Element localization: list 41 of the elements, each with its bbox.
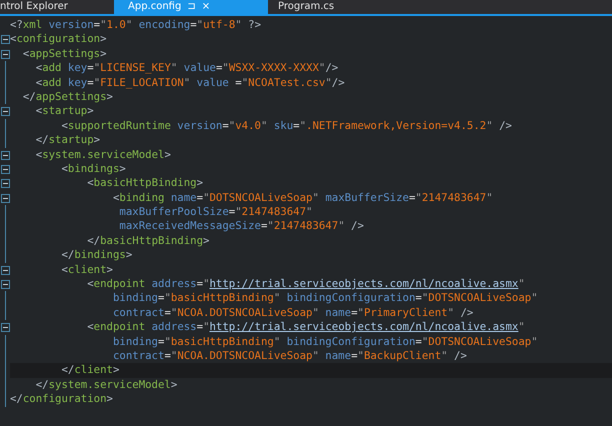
- collapse-icon[interactable]: [1, 50, 10, 59]
- file-tab[interactable]: Program.cs: [268, 0, 344, 14]
- code-line: maxBufferPoolSize="2147483647": [118, 205, 314, 220]
- code-line: maxReceivedMessageSize="2147483647" />: [118, 219, 365, 234]
- code-line: <add key="LICENSE_KEY" value="WSXX-XXXX-XXXX"/>: [34, 61, 340, 76]
- code-line: <?xml version="1.0" encoding="utf-8" ?>: [10, 18, 262, 32]
- collapse-icon[interactable]: [1, 323, 10, 332]
- code-line: <appSettings>: [22, 46, 108, 62]
- collapse-icon[interactable]: [1, 35, 10, 44]
- code-line: <endpoint address="http://trial.serviceobjects.com/nl/ncoalive.asmx": [86, 277, 526, 292]
- code-line: <configuration>: [10, 32, 108, 47]
- close-icon[interactable]: ×: [202, 0, 210, 14]
- code-line: </basicHttpBinding>: [86, 234, 210, 248]
- code-line: <endpoint address="http://trial.serviceobjects.com/nl/ncoalive.asmx": [86, 320, 526, 335]
- collapse-icon[interactable]: [1, 164, 10, 174]
- file-tab[interactable]: ntrol Explorer: [0, 0, 114, 14]
- code-line: contract="NCOA.DOTSNCOALiveSoap" name="BackupClient" />: [112, 348, 468, 364]
- collapse-icon[interactable]: [1, 266, 10, 275]
- code-line: <client>: [60, 262, 114, 278]
- file-tab[interactable]: App.config ⊐ ×: [114, 0, 268, 14]
- code-line: <basicHttpBinding>: [86, 176, 204, 191]
- collapse-icon[interactable]: [1, 107, 10, 116]
- code-line: <system.serviceModel>: [34, 148, 172, 162]
- collapse-icon[interactable]: [1, 150, 10, 160]
- code-line: binding="basicHttpBinding" bindingConfiguration="DOTSNCOALiveSoap": [112, 334, 539, 349]
- code-line: <bindings>: [60, 162, 127, 176]
- collapse-icon[interactable]: [1, 280, 10, 290]
- collapse-icon[interactable]: [1, 179, 10, 188]
- code-line: <supportedRuntime version="v4.0" sku=".NETFramework,Version=v4.5.2" />: [60, 118, 513, 134]
- code-line: </startup>: [34, 133, 102, 148]
- code-line: <add key="FILE_LOCATION" value ="NCOATest.csv"/>: [34, 76, 346, 90]
- code-line: contract="NCOA.DOTSNCOALiveSoap" name="PrimaryClient" />: [112, 306, 474, 320]
- code-line: <startup>: [34, 104, 95, 119]
- collapse-icon[interactable]: [1, 194, 10, 203]
- code-line: binding="basicHttpBinding" bindingConfiguration="DOTSNCOALiveSoap": [112, 291, 539, 306]
- code-line: </bindings>: [60, 248, 134, 263]
- code-line: </configuration>: [10, 392, 114, 407]
- pin-icon[interactable]: ⊐: [187, 0, 196, 14]
- code-line: </appSettings>: [22, 90, 114, 104]
- code-line: </system.serviceModel>: [34, 378, 178, 392]
- code-line: <binding name="DOTSNCOALiveSoap" maxBufferSize="2147483647": [112, 190, 494, 206]
